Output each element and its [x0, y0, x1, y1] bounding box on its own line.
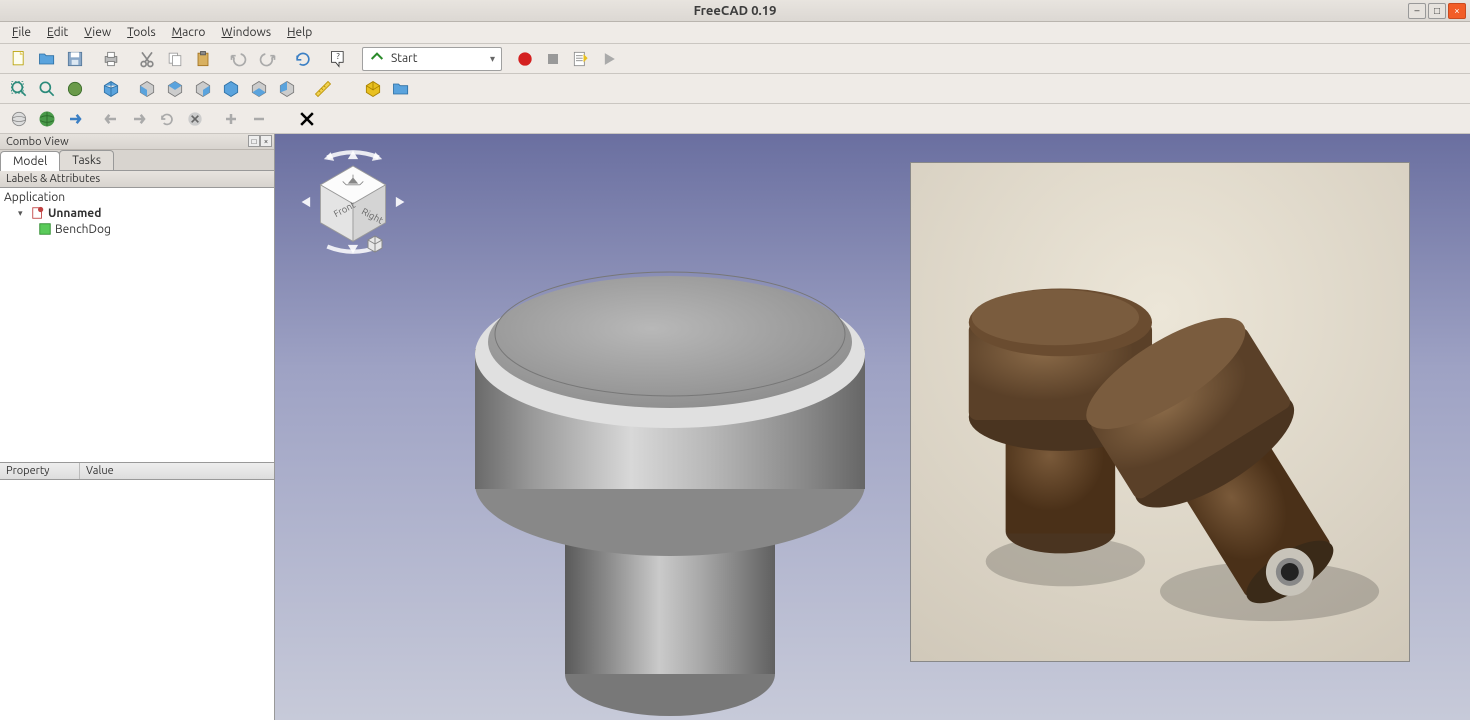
window-title: FreeCAD 0.19 — [694, 4, 777, 18]
navcube-reset-button[interactable] — [365, 234, 385, 254]
model-benchdog[interactable] — [405, 194, 935, 720]
group-button[interactable] — [388, 76, 414, 102]
browser-refresh-button[interactable] — [154, 106, 180, 132]
fit-all-button[interactable] — [6, 76, 32, 102]
browser-close-button[interactable] — [296, 106, 318, 132]
bottom-view-button[interactable] — [246, 76, 272, 102]
set-url-button[interactable] — [6, 106, 32, 132]
refresh-button[interactable] — [290, 46, 316, 72]
minimize-button[interactable]: – — [1408, 3, 1426, 19]
combo-view-header: Combo View □ × — [0, 134, 274, 150]
script-icon — [38, 222, 52, 236]
workbench-selector[interactable]: Start — [362, 47, 502, 71]
zoom-out-button[interactable] — [246, 106, 272, 132]
macro-record-button[interactable] — [512, 46, 538, 72]
svg-text:?: ? — [337, 51, 340, 61]
new-file-button[interactable] — [6, 46, 32, 72]
document-name-label: Unnamed — [48, 207, 101, 220]
draw-style-button[interactable] — [62, 76, 88, 102]
combo-view-tabs: Model Tasks — [0, 150, 274, 171]
print-button[interactable] — [98, 46, 124, 72]
combo-view-title: Combo View — [6, 136, 69, 148]
browser-next-page-button[interactable] — [126, 106, 152, 132]
menu-macro[interactable]: Macro — [164, 24, 214, 41]
maximize-button[interactable]: □ — [1428, 3, 1446, 19]
zoom-in-button[interactable] — [218, 106, 244, 132]
tree-item-label: BenchDog — [55, 223, 111, 236]
browser-stop-button[interactable] — [182, 106, 208, 132]
menu-windows[interactable]: Windows — [213, 24, 279, 41]
labels-attributes-header: Labels & Attributes — [0, 171, 274, 188]
toolbar-file: ? Start — [0, 44, 1470, 74]
menu-view[interactable]: View — [76, 24, 119, 41]
property-header: Property Value — [0, 462, 274, 480]
application-label: Application — [4, 191, 65, 204]
caret-down-icon[interactable]: ▾ — [18, 208, 28, 219]
menu-edit[interactable]: Edit — [39, 24, 76, 41]
toolbar-view — [0, 74, 1470, 104]
macro-list-button[interactable] — [568, 46, 594, 72]
save-file-button[interactable] — [62, 46, 88, 72]
top-view-button[interactable] — [162, 76, 188, 102]
main-area: Combo View □ × Model Tasks Labels & Attr… — [0, 134, 1470, 720]
copy-button[interactable] — [162, 46, 188, 72]
navigation-cube[interactable]: Front Right — [293, 142, 413, 262]
value-column-header[interactable]: Value — [80, 463, 120, 479]
undo-button[interactable] — [226, 46, 252, 72]
right-view-button[interactable] — [190, 76, 216, 102]
menu-tools[interactable]: Tools — [119, 24, 164, 41]
whats-this-button[interactable]: ? — [326, 46, 352, 72]
macro-stop-button[interactable] — [540, 46, 566, 72]
part-button[interactable] — [360, 76, 386, 102]
redo-button[interactable] — [254, 46, 280, 72]
tree-application[interactable]: Application — [4, 190, 270, 205]
titlebar: FreeCAD 0.19 – □ × — [0, 0, 1470, 22]
menu-file[interactable]: File — [4, 24, 39, 41]
isometric-view-button[interactable] — [98, 76, 124, 102]
paste-button[interactable] — [190, 46, 216, 72]
fit-selection-button[interactable] — [34, 76, 60, 102]
reference-image-panel — [910, 162, 1410, 662]
menu-help[interactable]: Help — [279, 24, 320, 41]
document-icon — [31, 206, 45, 220]
property-column-header[interactable]: Property — [0, 463, 80, 479]
3d-viewport[interactable]: Front Right — [275, 134, 1470, 720]
panel-float-button[interactable]: □ — [248, 135, 260, 147]
toolbar-web — [0, 104, 1470, 134]
close-button[interactable]: × — [1448, 3, 1466, 19]
cut-button[interactable] — [134, 46, 160, 72]
tab-model[interactable]: Model — [0, 151, 60, 171]
rear-view-button[interactable] — [218, 76, 244, 102]
combo-view-panel: Combo View □ × Model Tasks Labels & Attr… — [0, 134, 275, 720]
panel-close-button[interactable]: × — [260, 135, 272, 147]
macro-execute-button[interactable] — [596, 46, 622, 72]
property-area — [0, 480, 274, 720]
workbench-selected-label: Start — [391, 52, 417, 65]
model-tree[interactable]: Application ▾ Unnamed BenchDog — [0, 188, 274, 462]
tree-document[interactable]: ▾ Unnamed — [4, 205, 270, 221]
tab-tasks[interactable]: Tasks — [59, 150, 114, 170]
browser-next-button[interactable] — [62, 106, 88, 132]
browser-prev-page-button[interactable] — [98, 106, 124, 132]
measure-distance-button[interactable] — [310, 76, 336, 102]
open-website-button[interactable] — [34, 106, 60, 132]
tree-item-benchdog[interactable]: BenchDog — [4, 221, 270, 237]
front-view-button[interactable] — [134, 76, 160, 102]
open-file-button[interactable] — [34, 46, 60, 72]
left-view-button[interactable] — [274, 76, 300, 102]
menubar: File Edit View Tools Macro Windows Help — [0, 22, 1470, 44]
